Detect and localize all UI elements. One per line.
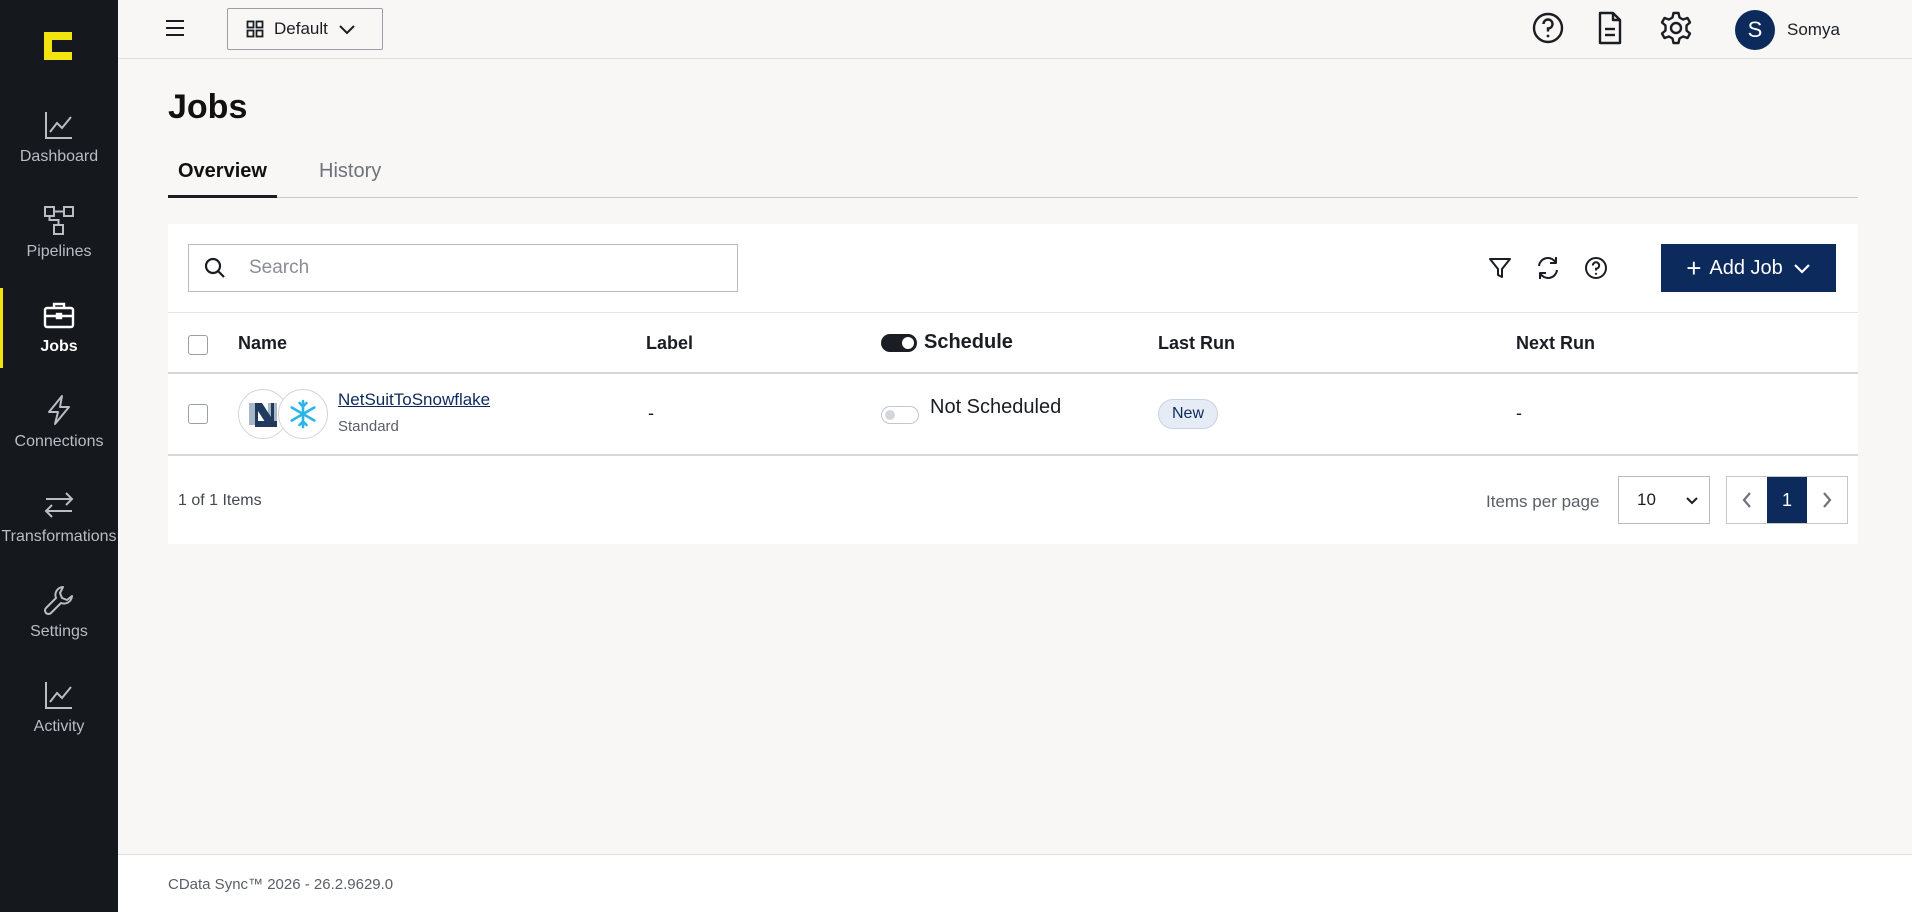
add-job-label: Add Job xyxy=(1709,256,1783,279)
plus-icon: + xyxy=(1686,253,1702,283)
job-schedule-toggle[interactable] xyxy=(881,406,919,424)
tab-bar: Overview History xyxy=(168,152,1858,198)
schedule-toggle[interactable] xyxy=(881,334,917,352)
chevron-down-icon xyxy=(1686,497,1698,505)
chevron-left-icon xyxy=(1742,492,1751,508)
version-text: CData Sync™ 2026 - 26.2.9629.0 xyxy=(168,876,394,893)
sidebar-item-activity[interactable]: Activity xyxy=(0,668,118,744)
chevron-down-icon xyxy=(339,25,355,35)
select-all-checkbox[interactable] xyxy=(188,335,208,355)
arrows-exchange-icon xyxy=(44,492,74,518)
footer: CData Sync™ 2026 - 26.2.9629.0 xyxy=(118,854,1912,912)
items-per-page-select[interactable]: 10 xyxy=(1618,476,1710,524)
top-bar: Default S Somya xyxy=(118,0,1912,59)
column-header-next-run[interactable]: Next Run xyxy=(1516,333,1595,354)
help-icon[interactable] xyxy=(1582,254,1610,282)
search-icon xyxy=(204,257,225,278)
sidebar-item-jobs[interactable]: Jobs xyxy=(0,288,118,368)
hamburger-menu-icon[interactable] xyxy=(164,18,186,38)
sidebar-item-label: Pipelines xyxy=(26,243,92,260)
document-icon[interactable] xyxy=(1592,10,1628,46)
row-checkbox[interactable] xyxy=(188,404,208,424)
sidebar-item-transformations[interactable]: Transformations xyxy=(0,478,118,554)
sidebar-item-pipelines[interactable]: Pipelines xyxy=(0,193,118,269)
sidebar-item-label: Connections xyxy=(14,433,104,450)
refresh-icon[interactable] xyxy=(1534,254,1562,282)
help-icon[interactable] xyxy=(1530,10,1566,46)
gear-icon[interactable] xyxy=(1658,10,1694,46)
next-run-cell: - xyxy=(1516,403,1522,423)
filter-icon[interactable] xyxy=(1486,254,1514,282)
table-header: Name Label Schedule Last Run Next Run xyxy=(168,312,1858,374)
job-label-cell: - xyxy=(648,403,654,423)
sidebar-item-connections[interactable]: Connections xyxy=(0,383,118,459)
column-header-label[interactable]: Label xyxy=(646,333,693,354)
user-name: Somya xyxy=(1787,20,1840,39)
chart-line-icon xyxy=(45,112,72,139)
workspace-label: Default xyxy=(274,19,328,38)
sidebar-item-label: Activity xyxy=(33,718,85,735)
job-name-link[interactable]: NetSuitToSnowflake xyxy=(338,390,490,410)
workspace-dropdown[interactable]: Default xyxy=(227,8,383,50)
snowflake-logo-icon xyxy=(278,389,328,439)
lightning-icon xyxy=(48,395,70,425)
cdata-logo[interactable] xyxy=(40,28,76,64)
sidebar-item-label: Settings xyxy=(30,623,88,640)
job-type: Standard xyxy=(338,418,399,435)
next-page-button[interactable] xyxy=(1807,477,1847,523)
sidebar-item-label: Dashboard xyxy=(19,148,99,165)
column-header-schedule[interactable]: Schedule xyxy=(924,331,1013,354)
chevron-right-icon xyxy=(1823,492,1832,508)
pipeline-icon xyxy=(44,206,74,235)
grid-icon xyxy=(246,20,264,38)
activity-chart-icon xyxy=(45,682,72,709)
pager: 1 xyxy=(1726,476,1848,524)
connector-icons xyxy=(238,389,330,439)
items-per-page-label: Items per page xyxy=(1486,492,1600,511)
sidebar-item-dashboard[interactable]: Dashboard xyxy=(0,98,118,174)
items-per-page-value: 10 xyxy=(1637,490,1656,509)
page-number-button[interactable]: 1 xyxy=(1767,477,1807,523)
column-header-last-run[interactable]: Last Run xyxy=(1158,333,1235,354)
item-count: 1 of 1 Items xyxy=(178,492,262,509)
sidebar: Dashboard Pipelines Jobs Connections Tra… xyxy=(0,0,118,912)
sidebar-item-label: Transformations xyxy=(1,528,117,545)
jobs-card: + Add Job Name Label Schedule Last Run N… xyxy=(168,224,1858,544)
wrench-icon xyxy=(43,586,73,616)
tab-history[interactable]: History xyxy=(309,160,391,198)
sidebar-item-settings[interactable]: Settings xyxy=(0,573,118,649)
briefcase-icon xyxy=(43,302,75,329)
avatar: S xyxy=(1735,10,1775,50)
search-box xyxy=(188,244,738,292)
user-menu[interactable]: S Somya xyxy=(1735,10,1840,50)
chevron-down-icon xyxy=(1794,264,1810,274)
pagination-bar: 1 of 1 Items Items per page 10 1 xyxy=(168,456,1858,544)
column-header-name[interactable]: Name xyxy=(238,333,287,354)
sidebar-item-label: Jobs xyxy=(40,338,78,355)
status-badge: New xyxy=(1158,399,1219,429)
previous-page-button[interactable] xyxy=(1727,477,1767,523)
job-schedule-text: Not Scheduled xyxy=(930,396,1062,418)
tab-overview[interactable]: Overview xyxy=(168,160,277,198)
table-row: NetSuitToSnowflake Standard - Not Schedu… xyxy=(168,374,1858,456)
search-input[interactable] xyxy=(249,257,709,279)
add-job-button[interactable]: + Add Job xyxy=(1661,244,1836,292)
page-title: Jobs xyxy=(168,88,248,126)
